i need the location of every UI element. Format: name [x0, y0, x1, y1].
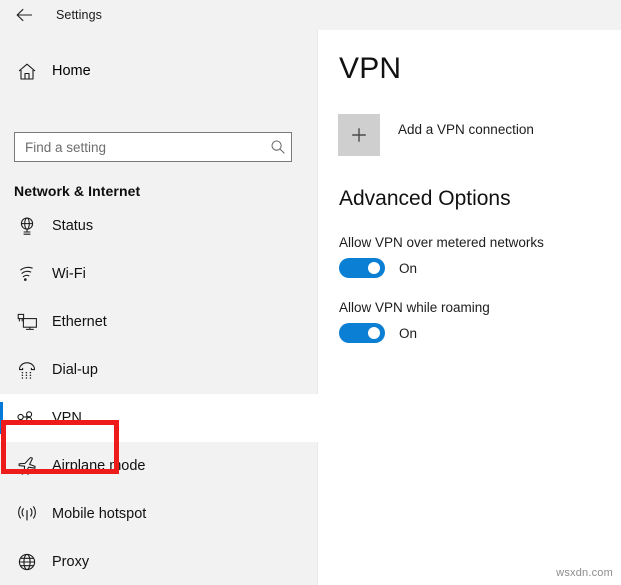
sidebar-nav-list: Status Wi-Fi Ethernet Dial-up VPN Airpla…	[0, 202, 318, 585]
search-icon[interactable]	[265, 139, 291, 155]
sidebar-item-home[interactable]: Home	[0, 52, 318, 90]
selection-indicator	[0, 498, 3, 530]
sidebar-item-label: Status	[52, 218, 94, 234]
sidebar-item-label: Wi-Fi	[52, 266, 86, 282]
sidebar-item-vpn[interactable]: VPN	[0, 394, 318, 442]
search-input[interactable]	[15, 139, 265, 155]
selection-indicator	[0, 546, 3, 578]
setting-allow-vpn-metered: Allow VPN over metered networks On	[339, 235, 544, 278]
globe-status-icon	[6, 216, 48, 236]
plus-icon	[338, 114, 380, 156]
sidebar-item-label: Dial-up	[52, 362, 98, 378]
toggle-knob	[368, 262, 380, 274]
page-title: VPN	[339, 52, 402, 85]
sidebar-home-label: Home	[52, 63, 91, 79]
setting-allow-vpn-roaming: Allow VPN while roaming On	[339, 300, 490, 343]
allow-vpn-metered-toggle[interactable]	[339, 258, 385, 278]
watermark: wsxdn.com	[556, 567, 613, 579]
advanced-options-heading: Advanced Options	[339, 187, 511, 210]
selection-indicator	[0, 354, 3, 386]
sidebar-item-airplane-mode[interactable]: Airplane mode	[0, 442, 318, 490]
window-title: Settings	[56, 8, 102, 22]
sidebar-item-wifi[interactable]: Wi-Fi	[0, 250, 318, 298]
selection-indicator	[0, 210, 3, 242]
toggle-state-label: On	[399, 325, 418, 341]
add-vpn-connection-button[interactable]: Add a VPN connection	[338, 114, 534, 156]
sidebar-item-dialup[interactable]: Dial-up	[0, 346, 318, 394]
home-icon	[6, 62, 48, 81]
main-content: VPN Add a VPN connection Advanced Option…	[319, 30, 621, 585]
sidebar-item-label: VPN	[52, 410, 82, 426]
allow-vpn-roaming-toggle[interactable]	[339, 323, 385, 343]
title-bar: Settings	[0, 0, 621, 30]
sidebar-item-label: Airplane mode	[52, 458, 146, 474]
toggle-row: On	[339, 323, 490, 343]
sidebar-item-ethernet[interactable]: Ethernet	[0, 298, 318, 346]
setting-label: Allow VPN while roaming	[339, 300, 490, 315]
sidebar-item-label: Ethernet	[52, 314, 107, 330]
sidebar-item-proxy[interactable]: Proxy	[0, 538, 318, 585]
globe-proxy-icon	[6, 552, 48, 572]
toggle-row: On	[339, 258, 544, 278]
sidebar-item-label: Mobile hotspot	[52, 506, 147, 522]
setting-label: Allow VPN over metered networks	[339, 235, 544, 250]
selection-indicator	[0, 306, 3, 338]
toggle-state-label: On	[399, 260, 418, 276]
sidebar-item-status[interactable]: Status	[0, 202, 318, 250]
back-button[interactable]	[6, 1, 42, 29]
sidebar-item-mobile-hotspot[interactable]: Mobile hotspot	[0, 490, 318, 538]
ethernet-monitor-icon	[6, 313, 48, 331]
back-arrow-icon	[15, 8, 32, 22]
settings-window: Settings Home Network & Internet	[0, 0, 621, 585]
search-box[interactable]	[14, 132, 292, 162]
hotspot-icon	[6, 505, 48, 523]
wifi-icon	[6, 265, 48, 283]
selection-indicator	[0, 402, 3, 434]
add-vpn-connection-label: Add a VPN connection	[398, 121, 534, 137]
dialup-phone-icon	[6, 361, 48, 379]
sidebar-item-label: Proxy	[52, 554, 90, 570]
selection-indicator	[0, 450, 3, 482]
toggle-knob	[368, 327, 380, 339]
sidebar: Home Network & Internet	[0, 30, 318, 585]
vpn-key-icon	[6, 410, 48, 426]
sidebar-group-title: Network & Internet	[14, 183, 141, 199]
selection-indicator	[0, 258, 3, 290]
airplane-icon	[6, 456, 48, 476]
